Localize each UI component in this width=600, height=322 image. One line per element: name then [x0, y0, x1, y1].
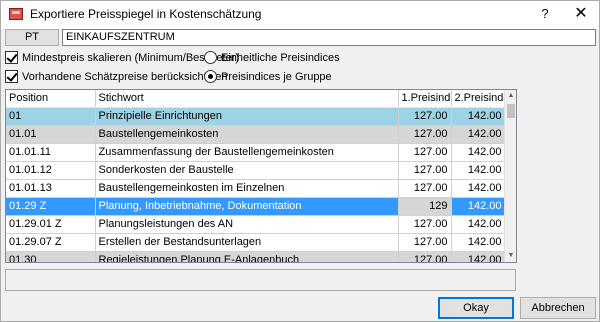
cell-position[interactable]: 01.01: [6, 125, 96, 144]
cell-stichwort[interactable]: Regieleistungen,Planung,E-Anlagenbuch: [95, 251, 399, 262]
cell-preisindex-1[interactable]: 127.00: [398, 215, 452, 234]
cell-stichwort[interactable]: Sonderkosten der Baustelle: [95, 161, 399, 180]
uniform-indices-label: Einheitliche Preisindices: [221, 52, 340, 64]
project-name-field[interactable]: EINKAUFSZENTRUM: [62, 29, 596, 46]
table-row[interactable]: 01.29 Z Planung, Inbetriebnahme, Dokument…: [6, 197, 506, 216]
cell-preisindex-2[interactable]: 142.00: [451, 161, 506, 180]
price-index-table: Position Stichwort 1.Preisindex 2.Preisi…: [6, 90, 506, 262]
checkbox-checked-icon[interactable]: [5, 51, 18, 64]
cell-preisindex-2[interactable]: 142.00: [451, 215, 506, 234]
cell-preisindex-2[interactable]: 142.00: [451, 251, 506, 262]
scroll-up-icon[interactable]: ▲: [505, 90, 516, 102]
column-header-preisindex-1[interactable]: 1.Preisindex: [398, 90, 452, 108]
pt-button[interactable]: PT: [5, 29, 59, 46]
cell-stichwort[interactable]: Baustellengemeinkosten im Einzelnen: [95, 179, 399, 198]
cell-position[interactable]: 01.29.01 Z: [6, 215, 96, 234]
cancel-button[interactable]: Abbrechen: [520, 297, 596, 319]
dialog-window: Exportiere Preisspiegel in Kostenschätzu…: [0, 0, 600, 322]
scrollbar-thumb[interactable]: [507, 104, 515, 118]
cell-preisindex-1[interactable]: 127.00: [398, 161, 452, 180]
consider-estimates-label: Vorhandene Schätzpreise berücksichtigen: [22, 71, 228, 83]
cell-preisindex-2[interactable]: 142.00: [451, 197, 506, 216]
help-button[interactable]: ?: [531, 3, 559, 25]
cell-position[interactable]: 01.01.13: [6, 179, 96, 198]
price-index-grid[interactable]: Position Stichwort 1.Preisindex 2.Preisi…: [5, 89, 517, 263]
cell-position[interactable]: 01.29 Z: [6, 197, 96, 216]
close-button[interactable]: ✕: [567, 3, 595, 25]
table-row[interactable]: 01 Prinzipielle Einrichtungen 127.00 142.00: [6, 107, 506, 126]
cell-preisindex-2[interactable]: 142.00: [451, 107, 506, 126]
cell-preisindex-2[interactable]: 142.00: [451, 233, 506, 252]
cell-preisindex-1[interactable]: 127.00: [398, 251, 452, 262]
table-row[interactable]: 01.01.11 Zusammenfassung der Baustellenge…: [6, 143, 506, 162]
cell-position[interactable]: 01.29.07 Z: [6, 233, 96, 252]
cell-position[interactable]: 01: [6, 107, 96, 126]
cell-preisindex-1[interactable]: 127.00: [398, 179, 452, 198]
table-row[interactable]: 01.01.13 Baustellengemeinkosten im Einzel…: [6, 179, 506, 198]
status-panel: [5, 269, 516, 291]
cell-preisindex-1[interactable]: 127.00: [398, 125, 452, 144]
cell-preisindex-1[interactable]: 127.00: [398, 107, 452, 126]
cell-stichwort[interactable]: Baustellengemeinkosten: [95, 125, 399, 144]
table-row[interactable]: 01.30 Regieleistungen,Planung,E-Anlagenbu…: [6, 251, 506, 262]
table-row[interactable]: 01.29.07 Z Erstellen der Bestandsunterlag…: [6, 233, 506, 252]
cell-stichwort[interactable]: Planungsleistungen des AN: [95, 215, 399, 234]
radio-unselected-icon[interactable]: [204, 51, 217, 64]
okay-button[interactable]: Okay: [438, 297, 514, 319]
app-icon: [9, 8, 23, 20]
cell-preisindex-1[interactable]: 127.00: [398, 233, 452, 252]
title-bar: Exportiere Preisspiegel in Kostenschätzu…: [1, 1, 599, 29]
radio-selected-icon[interactable]: [204, 70, 217, 83]
cell-position[interactable]: 01.01.11: [6, 143, 96, 162]
vertical-scrollbar[interactable]: ▲ ▼: [504, 90, 516, 262]
cell-preisindex-1[interactable]: 129: [398, 197, 452, 216]
scroll-down-icon[interactable]: ▼: [505, 250, 516, 262]
cell-preisindex-2[interactable]: 142.00: [451, 143, 506, 162]
cell-stichwort[interactable]: Prinzipielle Einrichtungen: [95, 107, 399, 126]
window-title: Exportiere Preisspiegel in Kostenschätzu…: [30, 7, 262, 21]
column-header-preisindex-2[interactable]: 2.Preisindex: [451, 90, 506, 108]
table-row[interactable]: 01.29.01 Z Planungsleistungen des AN 127.0…: [6, 215, 506, 234]
cell-position[interactable]: 01.30: [6, 251, 96, 262]
table-row[interactable]: 01.01.12 Sonderkosten der Baustelle 127.00…: [6, 161, 506, 180]
checkbox-checked-icon[interactable]: [5, 70, 18, 83]
table-header-row: Position Stichwort 1.Preisindex 2.Preisi…: [6, 90, 506, 108]
cell-preisindex-2[interactable]: 142.00: [451, 125, 506, 144]
cell-stichwort[interactable]: Planung, Inbetriebnahme, Dokumentation: [95, 197, 399, 216]
column-header-position[interactable]: Position: [6, 90, 96, 108]
cell-preisindex-2[interactable]: 142.00: [451, 179, 506, 198]
cell-position[interactable]: 01.01.12: [6, 161, 96, 180]
table-row[interactable]: 01.01 Baustellengemeinkosten 127.00 142.00: [6, 125, 506, 144]
cell-stichwort[interactable]: Zusammenfassung der Baustellengemeinkost…: [95, 143, 399, 162]
cell-stichwort[interactable]: Erstellen der Bestandsunterlagen: [95, 233, 399, 252]
group-indices-label: Preisindices je Gruppe: [221, 71, 332, 83]
cell-preisindex-1[interactable]: 127.00: [398, 143, 452, 162]
column-header-stichwort[interactable]: Stichwort: [95, 90, 399, 108]
